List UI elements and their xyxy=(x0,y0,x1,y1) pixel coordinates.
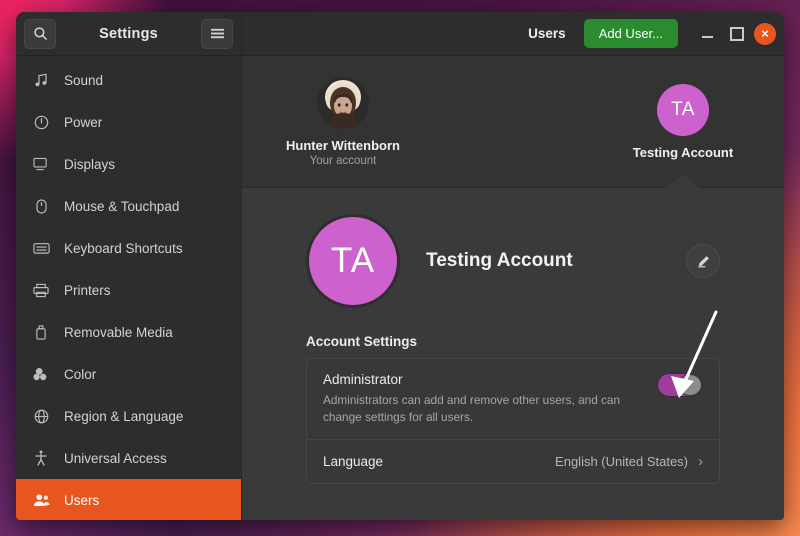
color-palette-icon xyxy=(32,365,50,383)
window-body: Sound Power Displays Mouse & Touchpad Ke… xyxy=(16,56,784,520)
avatar xyxy=(317,76,369,129)
user-card-name: Testing Account xyxy=(632,144,734,160)
chevron-right-icon: › xyxy=(698,453,703,471)
sidebar-item-label: Removable Media xyxy=(64,324,173,340)
music-note-icon xyxy=(32,71,50,89)
sidebar-item-keyboard-shortcuts[interactable]: Keyboard Shortcuts xyxy=(16,227,241,269)
globe-icon xyxy=(32,407,50,425)
window-controls: × xyxy=(694,21,776,47)
account-avatar[interactable]: TA xyxy=(306,214,400,308)
usb-drive-icon xyxy=(32,323,50,341)
hamburger-menu-icon[interactable] xyxy=(201,18,233,49)
settings-sidebar: Sound Power Displays Mouse & Touchpad Ke… xyxy=(16,56,242,520)
sidebar-item-label: Color xyxy=(64,366,97,382)
sidebar-item-universal-access[interactable]: Universal Access xyxy=(16,437,241,479)
titlebar-right: Users Add User... × xyxy=(242,12,784,55)
sidebar-item-label: Region & Language xyxy=(64,408,184,424)
sidebar-item-label: Displays xyxy=(64,156,116,172)
sidebar-item-label: Users xyxy=(64,492,100,508)
sidebar-item-users[interactable]: Users xyxy=(16,479,241,520)
minimize-button[interactable] xyxy=(694,21,720,47)
sidebar-item-label: Power xyxy=(64,114,103,130)
content-area: Hunter Wittenborn Your account TA Testin… xyxy=(242,56,784,520)
toggle-knob xyxy=(678,374,702,396)
language-row[interactable]: Language English (United States) › xyxy=(307,439,719,483)
add-user-button[interactable]: Add User... xyxy=(583,19,678,48)
monitor-icon xyxy=(32,155,50,173)
power-icon xyxy=(32,113,50,131)
user-card-hunter-wittenborn[interactable]: Hunter Wittenborn Your account xyxy=(258,76,428,167)
window-title: Settings xyxy=(99,25,158,42)
sidebar-item-sound[interactable]: Sound xyxy=(16,59,241,101)
sidebar-item-label: Mouse & Touchpad xyxy=(64,198,180,214)
maximize-button[interactable] xyxy=(724,21,750,47)
user-card-testing-account[interactable]: TA Testing Account xyxy=(598,83,768,188)
user-card-name: Hunter Wittenborn xyxy=(286,137,400,153)
administrator-label: Administrator xyxy=(323,372,403,387)
sidebar-item-color[interactable]: Color xyxy=(16,353,241,395)
language-label: Language xyxy=(323,454,384,470)
sidebar-item-displays[interactable]: Displays xyxy=(16,143,241,185)
sidebar-item-printers[interactable]: Printers xyxy=(16,269,241,311)
account-settings-card: Administrator Administrators can add and… xyxy=(306,358,720,485)
keyboard-icon xyxy=(32,239,50,257)
search-icon[interactable] xyxy=(24,18,56,49)
user-carousel: Hunter Wittenborn Your account TA Testin… xyxy=(242,56,784,188)
language-value: English (United States) xyxy=(555,454,688,470)
titlebar-left: Settings xyxy=(16,12,242,55)
account-panel: TA Testing Account Account Settings Admi… xyxy=(242,188,784,520)
sidebar-item-label: Universal Access xyxy=(64,450,167,466)
sidebar-item-label: Sound xyxy=(64,72,104,88)
section-title: Account Settings xyxy=(306,334,418,349)
account-name: Testing Account xyxy=(426,250,573,271)
language-row-text: Language xyxy=(323,454,555,469)
sidebar-item-removable-media[interactable]: Removable Media xyxy=(16,311,241,353)
window-titlebar: Settings Users Add User... × xyxy=(16,12,784,56)
account-header: TA Testing Account xyxy=(306,188,720,308)
avatar-initials: TA xyxy=(657,83,709,136)
pencil-edit-icon[interactable] xyxy=(686,244,720,278)
administrator-row[interactable]: Administrator Administrators can add and… xyxy=(307,359,719,439)
administrator-row-text: Administrator Administrators can add and… xyxy=(323,372,657,425)
settings-window: Settings Users Add User... × Sound Power… xyxy=(16,12,784,520)
sidebar-item-label: Printers xyxy=(64,282,111,298)
administrator-toggle[interactable] xyxy=(657,373,703,397)
close-button[interactable]: × xyxy=(754,22,776,45)
sidebar-item-region-language[interactable]: Region & Language xyxy=(16,395,241,437)
user-card-subtitle: Your account xyxy=(309,154,377,167)
mouse-icon xyxy=(32,197,50,215)
printer-icon xyxy=(32,281,50,299)
sidebar-item-power[interactable]: Power xyxy=(16,101,241,143)
sidebar-item-mouse-touchpad[interactable]: Mouse & Touchpad xyxy=(16,185,241,227)
selected-account-pointer xyxy=(666,174,700,188)
accessibility-icon xyxy=(32,449,50,467)
page-title: Users xyxy=(528,26,566,41)
users-icon xyxy=(32,491,50,509)
sidebar-item-label: Keyboard Shortcuts xyxy=(64,240,183,256)
administrator-description: Administrators can add and remove other … xyxy=(323,393,621,424)
